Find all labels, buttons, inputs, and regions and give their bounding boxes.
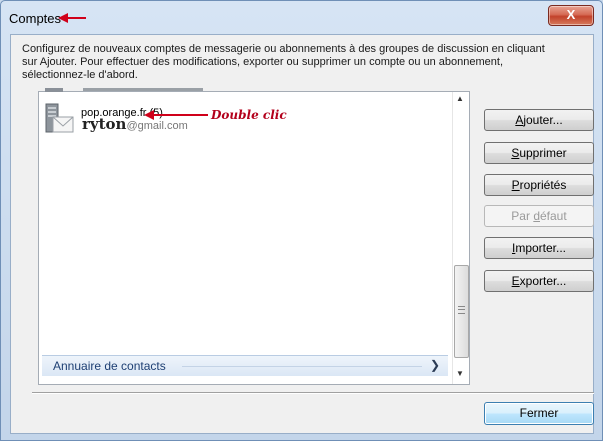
close-dialog-button[interactable]: Fermer xyxy=(484,402,594,425)
chevron-down-icon[interactable]: ❯ xyxy=(430,358,440,372)
accounts-list[interactable]: pop.orange.fr (5) ryton@gmail.com Double… xyxy=(38,88,470,385)
footer-divider xyxy=(32,392,594,394)
instructions-line: sur Ajouter. Pour effectuer des modifica… xyxy=(22,56,504,68)
red-arrow-icon xyxy=(144,110,208,120)
instructions-line: sélectionnez-le d'abord. xyxy=(22,69,138,81)
close-button[interactable]: X xyxy=(548,5,594,26)
account-user-domain: @gmail.com xyxy=(126,120,188,132)
list-item-partial[interactable] xyxy=(43,88,243,94)
instructions-text: Configurez de nouveaux comptes de messag… xyxy=(22,43,602,82)
accounts-dialog: Comptes X Configurez de nouveaux comptes… xyxy=(0,0,603,441)
contacts-label: Annuaire de contacts xyxy=(53,359,166,373)
delete-button[interactable]: Supprimer xyxy=(484,142,594,164)
red-arrow-icon xyxy=(58,13,86,23)
instructions-line: Configurez de nouveaux comptes de messag… xyxy=(22,43,545,55)
scroll-up-icon[interactable]: ▲ xyxy=(456,94,464,103)
mail-server-icon[interactable] xyxy=(44,102,74,136)
double-click-annotation: Double clic xyxy=(211,108,287,122)
window-title: Comptes xyxy=(9,11,62,26)
import-button[interactable]: Importer... xyxy=(484,237,594,259)
group-divider xyxy=(182,366,422,367)
export-button[interactable]: Exporter... xyxy=(484,270,594,292)
title-bar: Comptes X xyxy=(1,1,602,33)
contacts-group-header[interactable]: Annuaire de contacts ❯ xyxy=(42,355,448,376)
vertical-scrollbar[interactable]: ▲ ▼ xyxy=(452,92,469,384)
scroll-down-icon[interactable]: ▼ xyxy=(456,369,464,378)
add-button[interactable]: Ajouter... xyxy=(484,109,594,131)
properties-button[interactable]: Propriétés xyxy=(484,174,594,196)
account-user-name: ryton xyxy=(82,115,127,133)
scroll-thumb[interactable] xyxy=(454,265,469,358)
set-default-button: Par défaut xyxy=(484,205,594,227)
grip-icon xyxy=(458,306,465,314)
